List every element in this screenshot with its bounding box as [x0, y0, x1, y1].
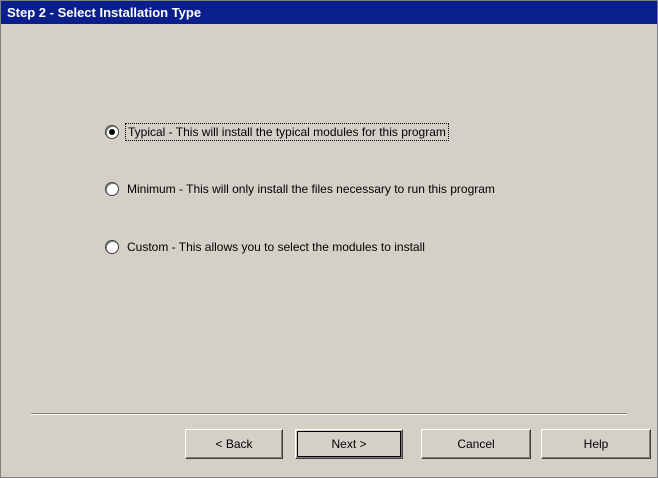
dialog-title-bar: Step 2 - Select Installation Type: [1, 1, 657, 24]
custom-option-label[interactable]: Custom - This allows you to select the m…: [125, 239, 427, 255]
typical-radio-button[interactable]: [105, 125, 119, 139]
option-custom[interactable]: Custom - This allows you to select the m…: [105, 239, 427, 255]
installer-dialog: Step 2 - Select Installation Type Typica…: [0, 0, 658, 478]
help-button[interactable]: Help: [541, 429, 651, 459]
dialog-title: Step 2 - Select Installation Type: [7, 5, 202, 20]
option-minimum[interactable]: Minimum - This will only install the fil…: [105, 181, 497, 197]
minimum-option-label[interactable]: Minimum - This will only install the fil…: [125, 181, 497, 197]
minimum-radio-button[interactable]: [105, 182, 119, 196]
button-separator: [31, 413, 627, 415]
typical-option-label[interactable]: Typical - This will install the typical …: [125, 123, 449, 141]
cancel-button[interactable]: Cancel: [421, 429, 531, 459]
next-button[interactable]: Next >: [295, 429, 403, 459]
option-typical[interactable]: Typical - This will install the typical …: [105, 123, 449, 141]
custom-radio-button[interactable]: [105, 240, 119, 254]
back-button[interactable]: < Back: [185, 429, 283, 459]
